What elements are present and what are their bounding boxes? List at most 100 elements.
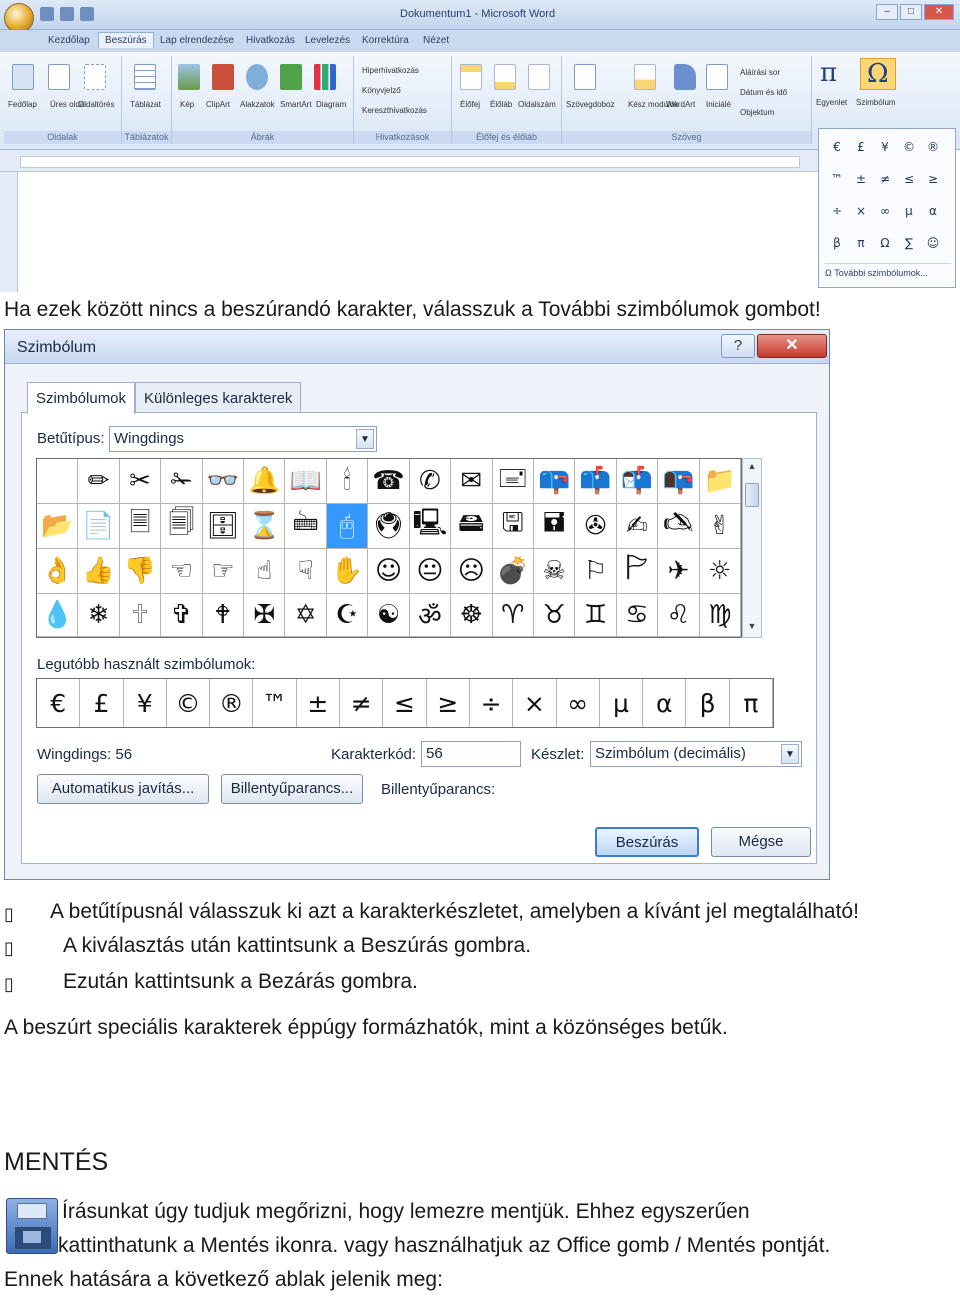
chart-icon[interactable] bbox=[314, 64, 336, 90]
object-label[interactable]: Objektum bbox=[740, 108, 774, 117]
symbol-cell[interactable]: 📫 bbox=[575, 459, 617, 504]
office-button[interactable] bbox=[4, 3, 34, 33]
recent-symbol-cell[interactable]: β bbox=[686, 679, 730, 727]
symbol-cell[interactable]: ✁ bbox=[161, 459, 203, 504]
symbol-cell[interactable]: 📬 bbox=[616, 459, 659, 504]
symbol-cell[interactable]: ✠ bbox=[244, 594, 286, 637]
tab-mailings[interactable]: Levelezés bbox=[305, 35, 350, 46]
symbol-cell[interactable]: 📪 bbox=[533, 459, 576, 504]
symbol-cell[interactable]: ✡ bbox=[285, 594, 327, 637]
page-break-icon[interactable] bbox=[84, 64, 106, 90]
symbol-cell[interactable]: 📁 bbox=[699, 459, 741, 504]
dropdown-symbol[interactable]: × bbox=[849, 199, 873, 231]
dropdown-symbol[interactable]: β bbox=[825, 231, 849, 263]
header-icon[interactable] bbox=[460, 64, 482, 90]
symbol-cell[interactable]: 👎 bbox=[119, 549, 162, 594]
tab-references[interactable]: Hivatkozás bbox=[246, 35, 295, 46]
symbol-cell[interactable]: 📂 bbox=[37, 504, 79, 549]
dropdown-symbol[interactable]: µ bbox=[897, 199, 921, 231]
recent-symbol-cell[interactable]: ∞ bbox=[557, 679, 600, 727]
symbol-cell[interactable]: ✆ bbox=[409, 459, 452, 504]
shortcut-key-button[interactable]: Billentyűparancs... bbox=[221, 774, 363, 804]
recent-symbol-cell[interactable]: × bbox=[513, 679, 557, 727]
recent-symbol-cell[interactable]: ¥ bbox=[124, 679, 167, 727]
symbol-cell[interactable]: ✌ bbox=[699, 504, 741, 549]
symbol-cell[interactable]: ✍ bbox=[616, 504, 659, 549]
dropdown-symbol[interactable]: £ bbox=[849, 135, 873, 167]
hyperlink-label[interactable]: Hiperhivatkozás bbox=[362, 66, 419, 75]
picture-icon[interactable] bbox=[178, 64, 200, 90]
symbol-cell[interactable]: 👍 bbox=[78, 549, 120, 594]
date-time-label[interactable]: Dátum és idő bbox=[740, 88, 787, 97]
symbol-cell[interactable]: ☸ bbox=[451, 594, 493, 637]
dropdown-symbol[interactable]: € bbox=[825, 135, 849, 167]
cross-reference-label[interactable]: Kereszthivatkozás bbox=[362, 106, 427, 115]
recent-symbol-cell[interactable]: α bbox=[643, 679, 687, 727]
save-icon[interactable] bbox=[40, 7, 54, 21]
symbol-cell[interactable]: ☞ bbox=[202, 549, 245, 594]
symbol-cell[interactable]: ❄ bbox=[78, 594, 120, 637]
table-icon[interactable] bbox=[134, 64, 156, 90]
symbol-cell[interactable]: ☯ bbox=[368, 594, 410, 637]
cancel-button[interactable]: Mégse bbox=[711, 827, 811, 857]
tab-special-characters[interactable]: Különleges karakterek bbox=[135, 382, 302, 414]
signature-line-label[interactable]: Aláírási sor bbox=[740, 68, 780, 77]
symbol-cell[interactable]: 🖎 bbox=[658, 504, 700, 549]
symbol-cell[interactable]: ♉ bbox=[533, 594, 576, 637]
blank-page-icon[interactable] bbox=[48, 64, 70, 90]
dropdown-symbol[interactable]: ÷ bbox=[825, 199, 849, 231]
insert-button[interactable]: Beszúrás bbox=[595, 827, 699, 857]
recent-symbol-cell[interactable]: ™ bbox=[253, 679, 297, 727]
symbol-cell[interactable]: 🕆 bbox=[119, 594, 162, 637]
character-code-input[interactable]: 56 bbox=[421, 741, 521, 767]
redo-icon[interactable] bbox=[80, 7, 94, 21]
symbol-cell[interactable]: ✈ bbox=[658, 549, 700, 594]
bookmark-label[interactable]: Könyvjelző bbox=[362, 86, 401, 95]
symbol-cell[interactable]: ☠ bbox=[533, 549, 576, 594]
maximize-icon[interactable]: □ bbox=[900, 4, 922, 20]
tab-review[interactable]: Korrektúra bbox=[362, 35, 409, 46]
dropdown-symbol[interactable]: Ω bbox=[873, 231, 897, 263]
symbol-cell[interactable]: ☝ bbox=[244, 549, 286, 594]
symbol-cell[interactable]: 💧 bbox=[37, 594, 79, 637]
recent-symbol-cell[interactable]: € bbox=[37, 679, 81, 727]
symbol-cell[interactable]: ♋ bbox=[616, 594, 659, 637]
symbol-cell[interactable]: ☪ bbox=[326, 594, 369, 637]
symbol-cell[interactable]: 👌 bbox=[37, 549, 79, 594]
symbol-cell[interactable]: 🖲 bbox=[368, 504, 410, 549]
symbol-cell[interactable]: 🖮 bbox=[285, 504, 327, 549]
recent-symbol-cell[interactable]: ® bbox=[210, 679, 254, 727]
symbol-cell[interactable]: 💣 bbox=[492, 549, 534, 594]
dropdown-symbol[interactable]: ∑ bbox=[897, 231, 921, 263]
symbol-cell[interactable]: 📖 bbox=[285, 459, 327, 504]
autocorrect-button[interactable]: Automatikus javítás... bbox=[37, 774, 209, 804]
symbol-cell[interactable]: 📄 bbox=[78, 504, 120, 549]
symbol-cell[interactable]: 🕈 bbox=[202, 594, 245, 637]
scroll-down-icon[interactable]: ▼ bbox=[745, 621, 759, 635]
symbol-cell[interactable]: 🏱 bbox=[616, 549, 659, 594]
close-button[interactable]: ✕ bbox=[757, 334, 827, 358]
shapes-icon[interactable] bbox=[246, 64, 268, 90]
symbol-cell[interactable]: ॐ bbox=[409, 594, 452, 637]
symbol-cell[interactable]: ✋ bbox=[326, 549, 369, 594]
symbol-cell[interactable]: 🖴 bbox=[451, 504, 493, 549]
symbol-icon[interactable]: Ω bbox=[860, 58, 896, 90]
textbox-icon[interactable] bbox=[574, 64, 596, 90]
scroll-up-icon[interactable]: ▲ bbox=[745, 461, 759, 475]
symbol-cell[interactable]: 🕯 bbox=[326, 459, 369, 504]
symbol-cell[interactable]: 🖃 bbox=[492, 459, 534, 504]
symbol-cell[interactable]: 🖫 bbox=[492, 504, 534, 549]
equation-icon[interactable]: π bbox=[820, 58, 837, 88]
cover-page-icon[interactable] bbox=[12, 64, 34, 90]
symbol-cell[interactable]: 🖬 bbox=[533, 504, 576, 549]
tab-insert[interactable]: Beszúrás bbox=[98, 32, 154, 48]
symbol-cell[interactable]: ☺ bbox=[368, 549, 410, 594]
wordart-icon[interactable] bbox=[674, 64, 696, 90]
symbol-cell[interactable]: 🗄 bbox=[202, 504, 245, 549]
symbol-cell[interactable]: 📭 bbox=[658, 459, 700, 504]
recent-symbol-cell[interactable]: ÷ bbox=[470, 679, 514, 727]
symbol-cell[interactable]: 🖰 bbox=[326, 504, 369, 549]
symbol-cell[interactable]: 👓 bbox=[202, 459, 245, 504]
symbol-cell[interactable]: ✉ bbox=[451, 459, 493, 504]
dropcap-icon[interactable] bbox=[706, 64, 728, 90]
